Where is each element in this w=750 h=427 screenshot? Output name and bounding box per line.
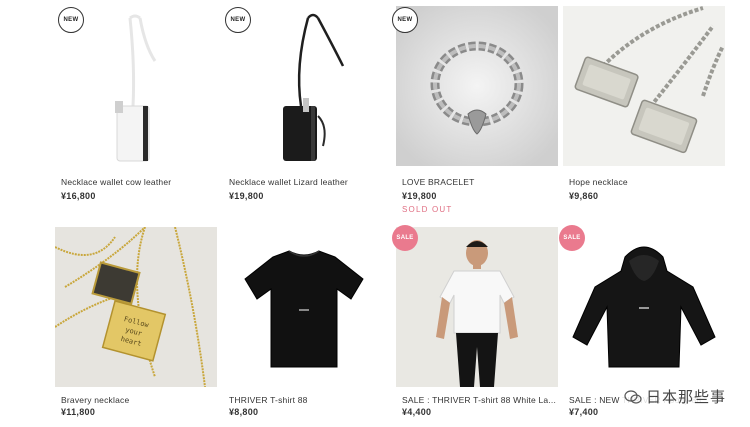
watermark: 日本那些事 bbox=[619, 384, 730, 409]
new-badge: NEW bbox=[225, 7, 251, 33]
product-image[interactable] bbox=[396, 6, 558, 166]
product-image[interactable]: Follow your heart bbox=[55, 227, 217, 387]
product-price: ¥7,400 bbox=[569, 407, 599, 417]
product-card[interactable]: Follow your heart Bravery necklace ¥11,8… bbox=[55, 227, 217, 422]
product-image[interactable] bbox=[563, 6, 725, 166]
product-card[interactable]: Necklace wallet cow leather ¥16,800 bbox=[55, 6, 217, 206]
product-image[interactable] bbox=[223, 227, 385, 387]
product-name[interactable]: Necklace wallet cow leather bbox=[61, 177, 171, 187]
product-name[interactable]: Hope necklace bbox=[569, 177, 628, 187]
product-card[interactable]: Necklace wallet Lizard leather ¥19,800 bbox=[223, 6, 385, 206]
product-image[interactable] bbox=[396, 227, 558, 387]
product-name[interactable]: SALE : THRIVER T-shirt 88 White La... bbox=[402, 395, 556, 405]
new-badge: NEW bbox=[392, 7, 418, 33]
product-price: ¥9,860 bbox=[569, 191, 599, 201]
watermark-text: 日本那些事 bbox=[645, 388, 726, 406]
product-grid: Necklace wallet cow leather ¥16,800 Neck… bbox=[0, 0, 750, 427]
product-price: ¥19,800 bbox=[402, 191, 437, 201]
sold-out-label: SOLD OUT bbox=[402, 205, 453, 214]
product-price: ¥4,400 bbox=[402, 407, 432, 417]
product-image[interactable] bbox=[563, 227, 725, 387]
sale-badge: SALE bbox=[559, 225, 585, 251]
new-badge: NEW bbox=[58, 7, 84, 33]
product-image[interactable] bbox=[223, 6, 385, 166]
product-price: ¥16,800 bbox=[61, 191, 96, 201]
sale-badge: SALE bbox=[392, 225, 418, 251]
product-name[interactable]: Bravery necklace bbox=[61, 395, 129, 405]
product-price: ¥11,800 bbox=[61, 407, 96, 417]
product-name[interactable]: THRIVER T-shirt 88 bbox=[229, 395, 308, 405]
product-price: ¥8,800 bbox=[229, 407, 259, 417]
product-card[interactable]: Hope necklace ¥9,860 bbox=[563, 6, 725, 206]
product-card[interactable]: LOVE BRACELET ¥19,800 SOLD OUT bbox=[396, 6, 558, 216]
product-price: ¥19,800 bbox=[229, 191, 264, 201]
product-name[interactable]: Necklace wallet Lizard leather bbox=[229, 177, 348, 187]
product-name[interactable]: LOVE BRACELET bbox=[402, 177, 475, 187]
product-card[interactable]: SALE : THRIVER T-shirt 88 White La... ¥4… bbox=[396, 227, 558, 422]
product-card[interactable]: THRIVER T-shirt 88 ¥8,800 bbox=[223, 227, 385, 422]
wechat-icon bbox=[624, 389, 642, 404]
